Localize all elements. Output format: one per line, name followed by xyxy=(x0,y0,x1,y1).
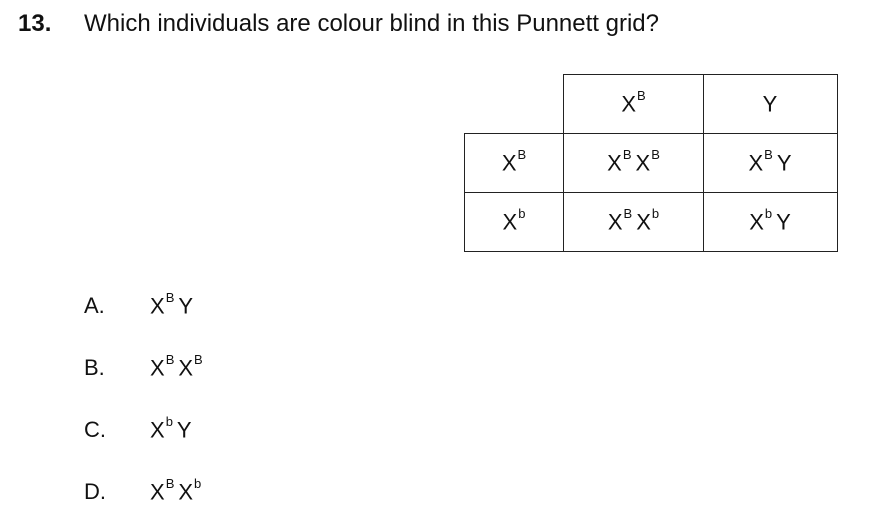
punnett-row-header: Xb xyxy=(464,192,564,252)
option-genotype: XB XB xyxy=(150,351,203,381)
option-b[interactable]: B. XB XB xyxy=(84,350,284,386)
option-letter: C. xyxy=(84,417,106,442)
punnett-cell: XB Xb xyxy=(563,192,704,252)
option-letter: A. xyxy=(84,293,105,318)
punnett-cell: Xb Y xyxy=(703,192,838,252)
punnett-row-header: XB xyxy=(464,133,564,193)
question-number: 13. xyxy=(18,10,52,37)
option-genotype: XB Y xyxy=(150,289,194,319)
punnett-grid: XB Y XB XB XB XB Y Xb XB Xb Xb Y xyxy=(464,74,838,252)
question-text: Which individuals are colour blind in th… xyxy=(84,10,659,37)
punnett-cell: XB Y xyxy=(703,133,838,193)
option-a[interactable]: A. XB Y xyxy=(84,288,284,324)
punnett-col-header: Y xyxy=(703,74,838,134)
option-genotype: Xb Y xyxy=(150,413,192,443)
punnett-col-header: XB xyxy=(563,74,704,134)
option-genotype: XB Xb xyxy=(150,475,202,505)
option-c[interactable]: C. Xb Y xyxy=(84,412,284,448)
option-d[interactable]: D. XB Xb xyxy=(84,474,284,510)
option-letter: D. xyxy=(84,479,106,504)
punnett-cell: XB XB xyxy=(563,133,704,193)
option-letter: B. xyxy=(84,355,105,380)
